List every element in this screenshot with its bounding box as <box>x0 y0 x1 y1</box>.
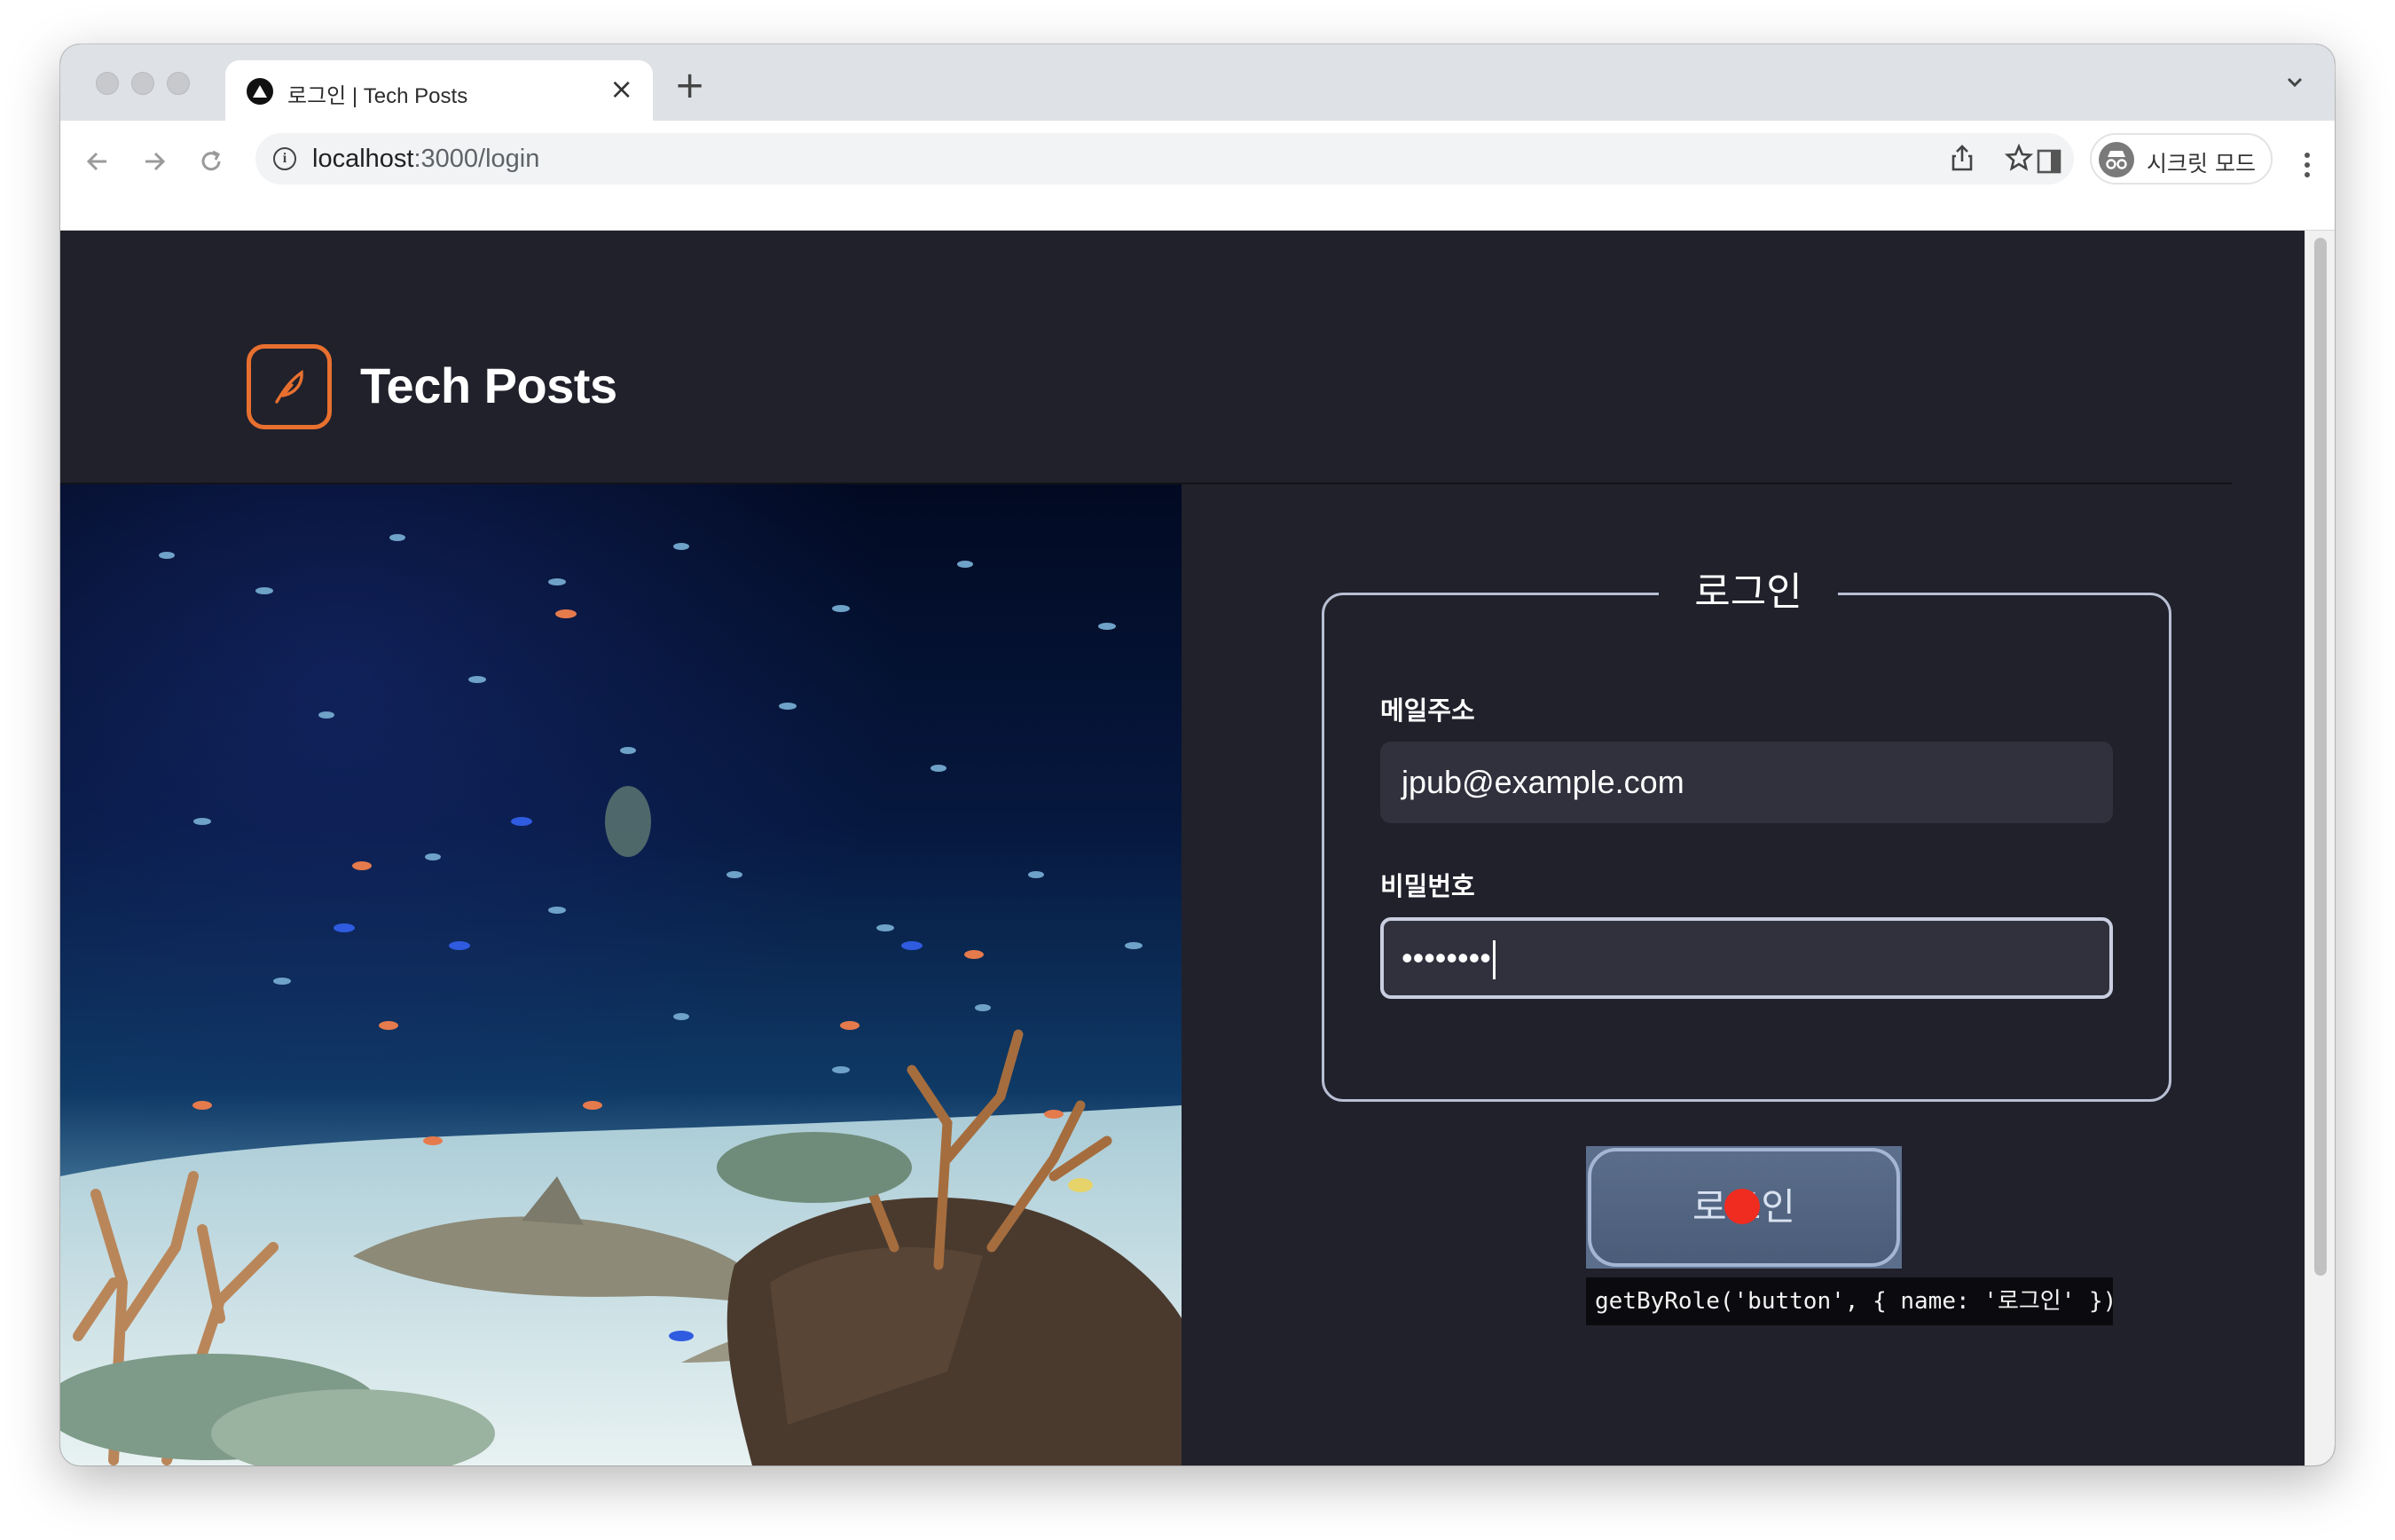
tab-title: 로그인 | Tech Posts <box>287 84 468 108</box>
email-field[interactable]: jpub@example.com <box>1380 742 2113 823</box>
url-path: :3000/login <box>413 145 540 173</box>
forward-icon[interactable] <box>135 142 174 181</box>
aquarium-photo <box>60 484 1182 1465</box>
side-panel-icon[interactable] <box>2030 142 2069 181</box>
minimize-window-button[interactable] <box>131 72 154 95</box>
text-caret <box>1492 940 1496 980</box>
url-host: localhost <box>312 145 414 173</box>
login-button[interactable]: 로그인 <box>1588 1148 1900 1267</box>
tab-strip: 로그인 | Tech Posts × + <box>60 44 2335 121</box>
scrollbar-thumb[interactable] <box>2314 238 2327 1276</box>
url-text: localhost:3000/login <box>312 145 539 174</box>
tab-menu-icon[interactable] <box>2281 69 2308 96</box>
password-field[interactable]: •••••••• <box>1380 917 2113 999</box>
zoom-window-button[interactable] <box>167 72 190 95</box>
browser-toolbar: i localhost:3000/login 시크릿 모드 <box>60 121 2335 231</box>
close-window-button[interactable] <box>96 72 119 95</box>
app-header: Tech Posts <box>60 231 2305 484</box>
tab-close-icon[interactable]: × <box>609 73 633 105</box>
password-value: •••••••• <box>1402 939 1491 976</box>
info-icon[interactable]: i <box>273 147 296 170</box>
triangle-favicon-icon <box>247 78 273 105</box>
incognito-icon <box>2099 142 2134 177</box>
feather-icon[interactable] <box>247 344 332 429</box>
back-icon[interactable] <box>78 142 117 181</box>
brand-title[interactable]: Tech Posts <box>360 357 617 414</box>
aquarium-illustration <box>60 484 1182 1465</box>
login-form-box <box>1322 593 2171 1102</box>
new-tab-button[interactable]: + <box>674 66 705 105</box>
kebab-menu-icon[interactable] <box>2305 153 2310 182</box>
browser-tab[interactable]: 로그인 | Tech Posts × <box>225 60 653 121</box>
reload-icon[interactable] <box>192 142 231 181</box>
page-scrollbar[interactable] <box>2305 231 2335 1465</box>
incognito-profile-chip[interactable]: 시크릿 모드 <box>2090 133 2273 185</box>
share-icon[interactable] <box>1943 138 1982 177</box>
profile-label: 시크릿 모드 <box>2147 151 2256 177</box>
address-bar[interactable]: i localhost:3000/login <box>255 133 2074 185</box>
